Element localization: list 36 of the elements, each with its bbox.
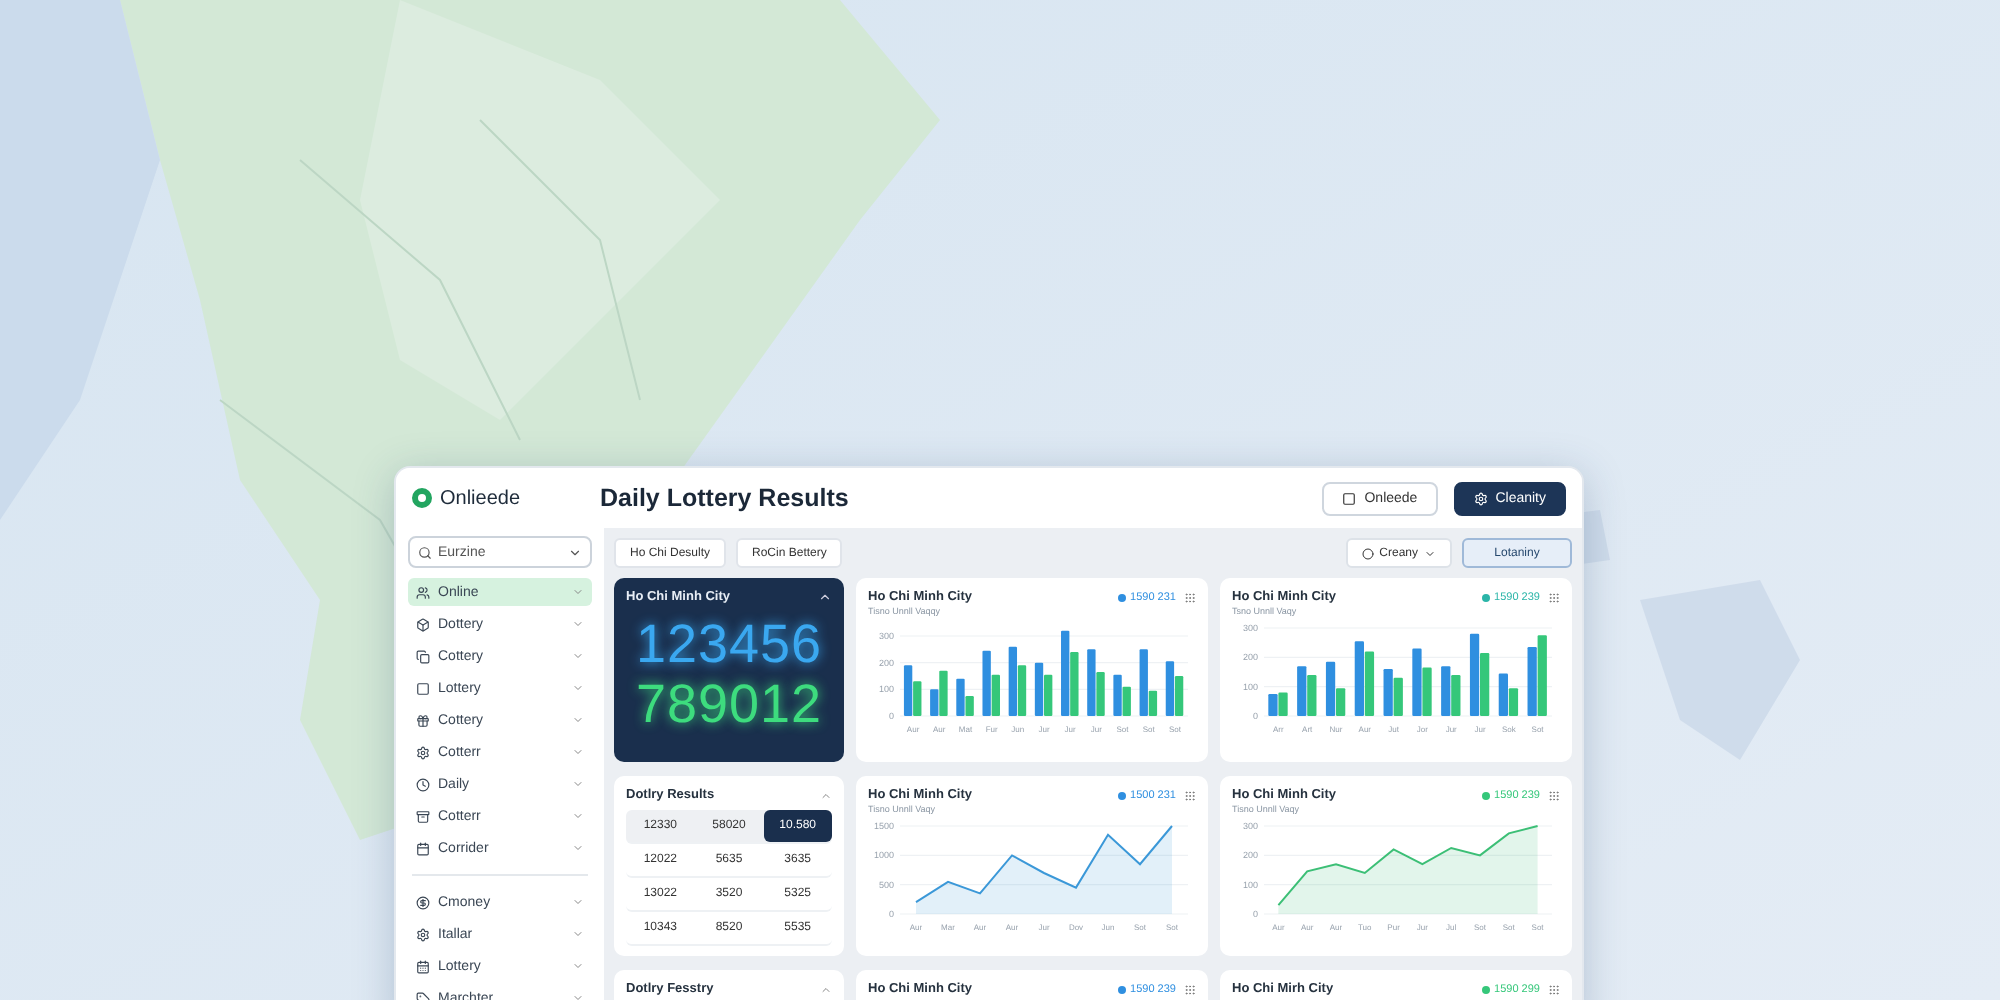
collapse-icon[interactable] bbox=[818, 590, 832, 604]
chevron-down-icon bbox=[572, 618, 584, 630]
gear-icon bbox=[416, 927, 430, 941]
chevron-down-icon bbox=[572, 746, 584, 758]
chevron-down-icon bbox=[572, 928, 584, 940]
archive-icon bbox=[416, 809, 430, 823]
chevron-down-icon bbox=[572, 842, 584, 854]
clock-icon bbox=[416, 777, 430, 791]
gear-icon bbox=[1473, 491, 1488, 505]
chevron-down-icon bbox=[1424, 547, 1436, 559]
copy-icon bbox=[416, 649, 430, 663]
chevron-down-icon bbox=[572, 896, 584, 908]
box-icon bbox=[416, 617, 430, 631]
page-title: Daily Lottery Results bbox=[600, 484, 851, 512]
gift-icon bbox=[416, 713, 430, 727]
chevron-down-icon bbox=[572, 810, 584, 822]
lottery-number: 123456 bbox=[633, 616, 825, 676]
chevron-down-icon bbox=[572, 650, 584, 662]
chevron-down-icon bbox=[572, 682, 584, 694]
people-icon bbox=[416, 585, 430, 599]
search-icon bbox=[418, 545, 432, 559]
dollar-icon bbox=[416, 895, 430, 909]
logo-icon bbox=[412, 488, 432, 508]
chevron-down-icon bbox=[572, 714, 584, 726]
gear-icon bbox=[416, 745, 430, 759]
calendar-icon bbox=[416, 841, 430, 855]
chevron-down-icon bbox=[572, 586, 584, 598]
circle-icon bbox=[1361, 547, 1374, 559]
chevron-down-icon bbox=[568, 545, 582, 559]
logo-text: Onlieede bbox=[440, 487, 521, 509]
square-icon bbox=[1342, 491, 1357, 505]
calendar-icon bbox=[416, 959, 430, 973]
chevron-down-icon bbox=[572, 960, 584, 972]
lottery-number: 789012 bbox=[633, 675, 825, 735]
chevron-down-icon bbox=[572, 778, 584, 790]
square-icon bbox=[416, 681, 430, 695]
